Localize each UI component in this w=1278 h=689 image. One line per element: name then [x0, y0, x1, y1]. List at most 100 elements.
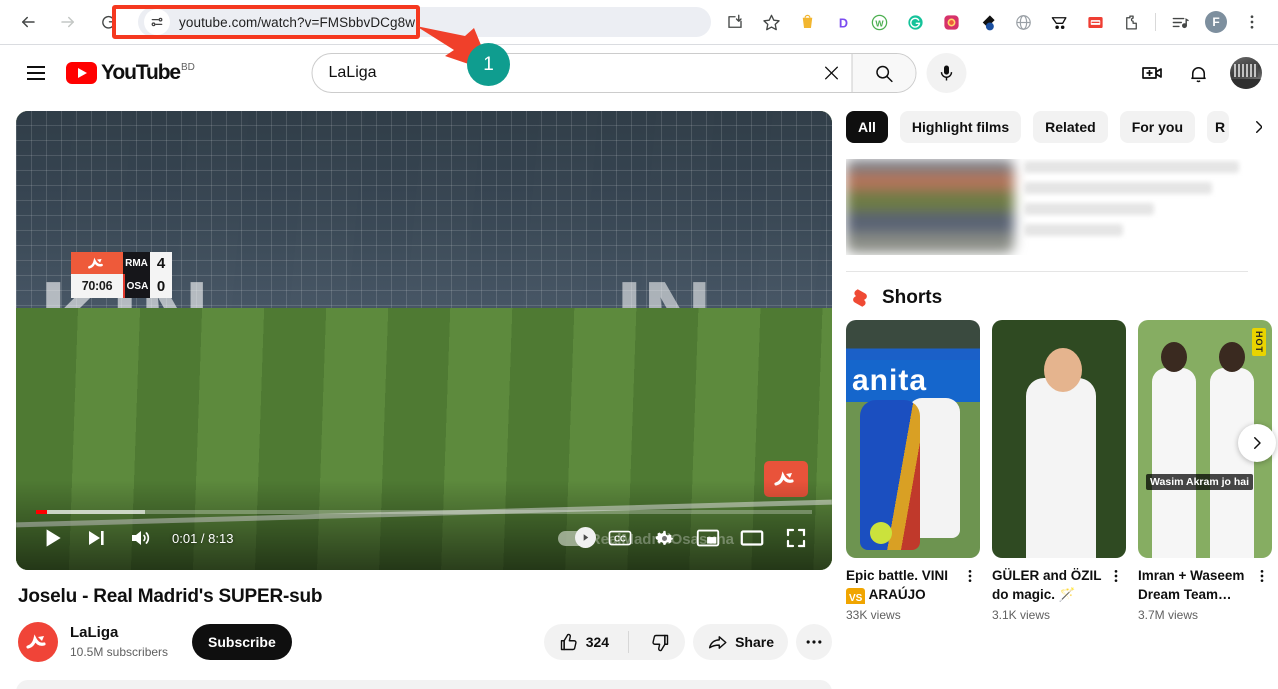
like-button[interactable]: 324	[544, 624, 621, 660]
scorebug-left: 70:06	[71, 252, 123, 298]
media-playlist-icon[interactable]	[1165, 7, 1195, 37]
shorts-title-line2: do magic. 🪄	[992, 587, 1076, 602]
search-input[interactable]	[312, 64, 812, 82]
create-video-button[interactable]	[1132, 53, 1172, 93]
action-divider	[628, 631, 630, 653]
back-button[interactable]	[13, 7, 43, 37]
subscribe-button[interactable]: Subscribe	[192, 624, 292, 660]
youtube-country-code: BD	[181, 62, 195, 73]
annotation-step-badge: 1	[467, 43, 510, 86]
chip-highlight-films[interactable]: Highlight films	[899, 111, 1022, 143]
stadium-advert-banner: anita	[846, 360, 980, 402]
voice-search-button[interactable]	[926, 53, 967, 93]
microphone-icon	[940, 65, 953, 81]
search-clear-button[interactable]	[812, 54, 852, 92]
shorts-title: Epic battle. VINI VS ARAÚJO	[846, 566, 960, 604]
bookmark-star-icon[interactable]	[756, 7, 786, 37]
chip-for-you[interactable]: For you	[1119, 111, 1196, 143]
reload-button[interactable]	[93, 7, 123, 37]
profile-avatar-icon[interactable]: F	[1201, 7, 1231, 37]
autoplay-knob	[575, 527, 596, 548]
shorts-item[interactable]: HOT Wasim Akram jo hai Imran + Waseem Dr…	[1138, 320, 1272, 622]
shorts-more-button[interactable]	[1106, 566, 1126, 604]
more-options-icon	[968, 570, 972, 582]
video-actions: 324 Share	[543, 624, 832, 660]
shorts-more-button[interactable]	[960, 566, 980, 604]
notifications-button[interactable]	[1178, 53, 1218, 93]
shorts-meta: GÜLER and ÖZIL do magic. 🪄	[992, 566, 1126, 604]
settings-button[interactable]	[642, 516, 686, 560]
chip-next-button[interactable]	[1245, 111, 1262, 143]
volume-button[interactable]	[118, 516, 162, 560]
shorts-next-button[interactable]	[1238, 424, 1276, 462]
placeholder-line	[1024, 203, 1154, 215]
extension-globe-icon[interactable]	[1008, 7, 1038, 37]
share-icon	[709, 635, 727, 649]
extension-cart-icon[interactable]	[1044, 7, 1074, 37]
extension-yellow-icon[interactable]	[792, 7, 822, 37]
shorts-hot-badge: HOT	[1252, 328, 1266, 356]
shorts-thumbnail[interactable]: anita	[846, 320, 980, 558]
install-app-icon[interactable]	[720, 7, 750, 37]
search-icon	[876, 65, 893, 82]
scorebug-teams: RMA OSA	[123, 252, 150, 298]
chip-all[interactable]: All	[846, 111, 888, 143]
chip-partial[interactable]: R	[1207, 111, 1230, 143]
chrome-menu-icon[interactable]	[1237, 7, 1267, 37]
channel-name[interactable]: LaLiga	[70, 623, 168, 643]
chip-related[interactable]: Related	[1033, 111, 1108, 143]
search-box[interactable]	[311, 53, 917, 93]
placeholder-line	[1024, 161, 1240, 173]
extensions-puzzle-icon[interactable]	[1116, 7, 1146, 37]
shorts-item[interactable]: anita Epic battle. VINI VS ARAÚJO 33K vi…	[846, 320, 980, 622]
search-submit-button[interactable]	[851, 54, 916, 92]
shorts-meta: Imran + Waseem Dream Team…	[1138, 566, 1272, 604]
theater-mode-button[interactable]	[730, 516, 774, 560]
youtube-logo[interactable]: YouTube BD	[66, 62, 195, 84]
channel-avatar[interactable]	[18, 622, 58, 662]
placeholder-text-lines	[1024, 159, 1248, 255]
forward-arrow-icon	[61, 16, 74, 28]
placeholder-line	[1024, 224, 1123, 236]
video-player[interactable]: KIN IN 70:06 RMA OSA 4 0	[16, 111, 832, 570]
share-button[interactable]: Share	[693, 624, 788, 660]
settings-gear-icon	[655, 530, 673, 545]
shorts-item[interactable]: GÜLER and ÖZIL do magic. 🪄 3.1K views	[992, 320, 1126, 622]
next-video-button[interactable]	[74, 516, 118, 560]
forward-button[interactable]	[53, 7, 83, 37]
autoplay-toggle[interactable]	[554, 516, 598, 560]
extension-grammarly-icon[interactable]	[900, 7, 930, 37]
next-video-icon	[89, 531, 104, 545]
dislike-button[interactable]	[636, 624, 685, 660]
shorts-title-line1: Imran + Waseem	[1138, 568, 1245, 583]
account-avatar[interactable]	[1230, 57, 1262, 89]
fullscreen-icon	[786, 528, 806, 548]
extension-coupon-icon[interactable]	[1080, 7, 1110, 37]
create-video-icon	[1142, 67, 1162, 79]
miniplayer-button[interactable]	[686, 516, 730, 560]
hamburger-menu-icon[interactable]	[16, 53, 56, 93]
thumbs-down-icon	[652, 634, 669, 651]
video-description-box[interactable]	[16, 680, 832, 689]
more-actions-button[interactable]	[796, 624, 832, 660]
site-settings-icon[interactable]	[144, 9, 170, 35]
scorebug-scores: 4 0	[150, 252, 172, 298]
browser-toolbar-icons: D W F	[717, 7, 1270, 37]
volume-icon	[132, 531, 150, 545]
shorts-more-button[interactable]	[1252, 566, 1272, 604]
shorts-thumbnail[interactable]	[992, 320, 1126, 558]
extension-instagram-icon[interactable]	[936, 7, 966, 37]
captions-button[interactable]: CC	[598, 516, 642, 560]
extension-d-icon[interactable]: D	[828, 7, 858, 37]
recommended-video-placeholder[interactable]	[846, 159, 1248, 255]
extension-wordpress-icon[interactable]: W	[864, 7, 894, 37]
svg-text:D: D	[838, 16, 847, 30]
fullscreen-button[interactable]	[774, 516, 818, 560]
like-count: 324	[585, 634, 610, 650]
shorts-section-header: Shorts	[848, 286, 1262, 310]
play-button[interactable]	[30, 516, 74, 560]
player-controls: 0:01 / 8:13 CC	[16, 514, 832, 562]
extension-colorpick-icon[interactable]	[972, 7, 1002, 37]
cricketer-right-head	[1219, 342, 1245, 372]
shorts-caption: Wasim Akram jo hai	[1146, 474, 1254, 490]
